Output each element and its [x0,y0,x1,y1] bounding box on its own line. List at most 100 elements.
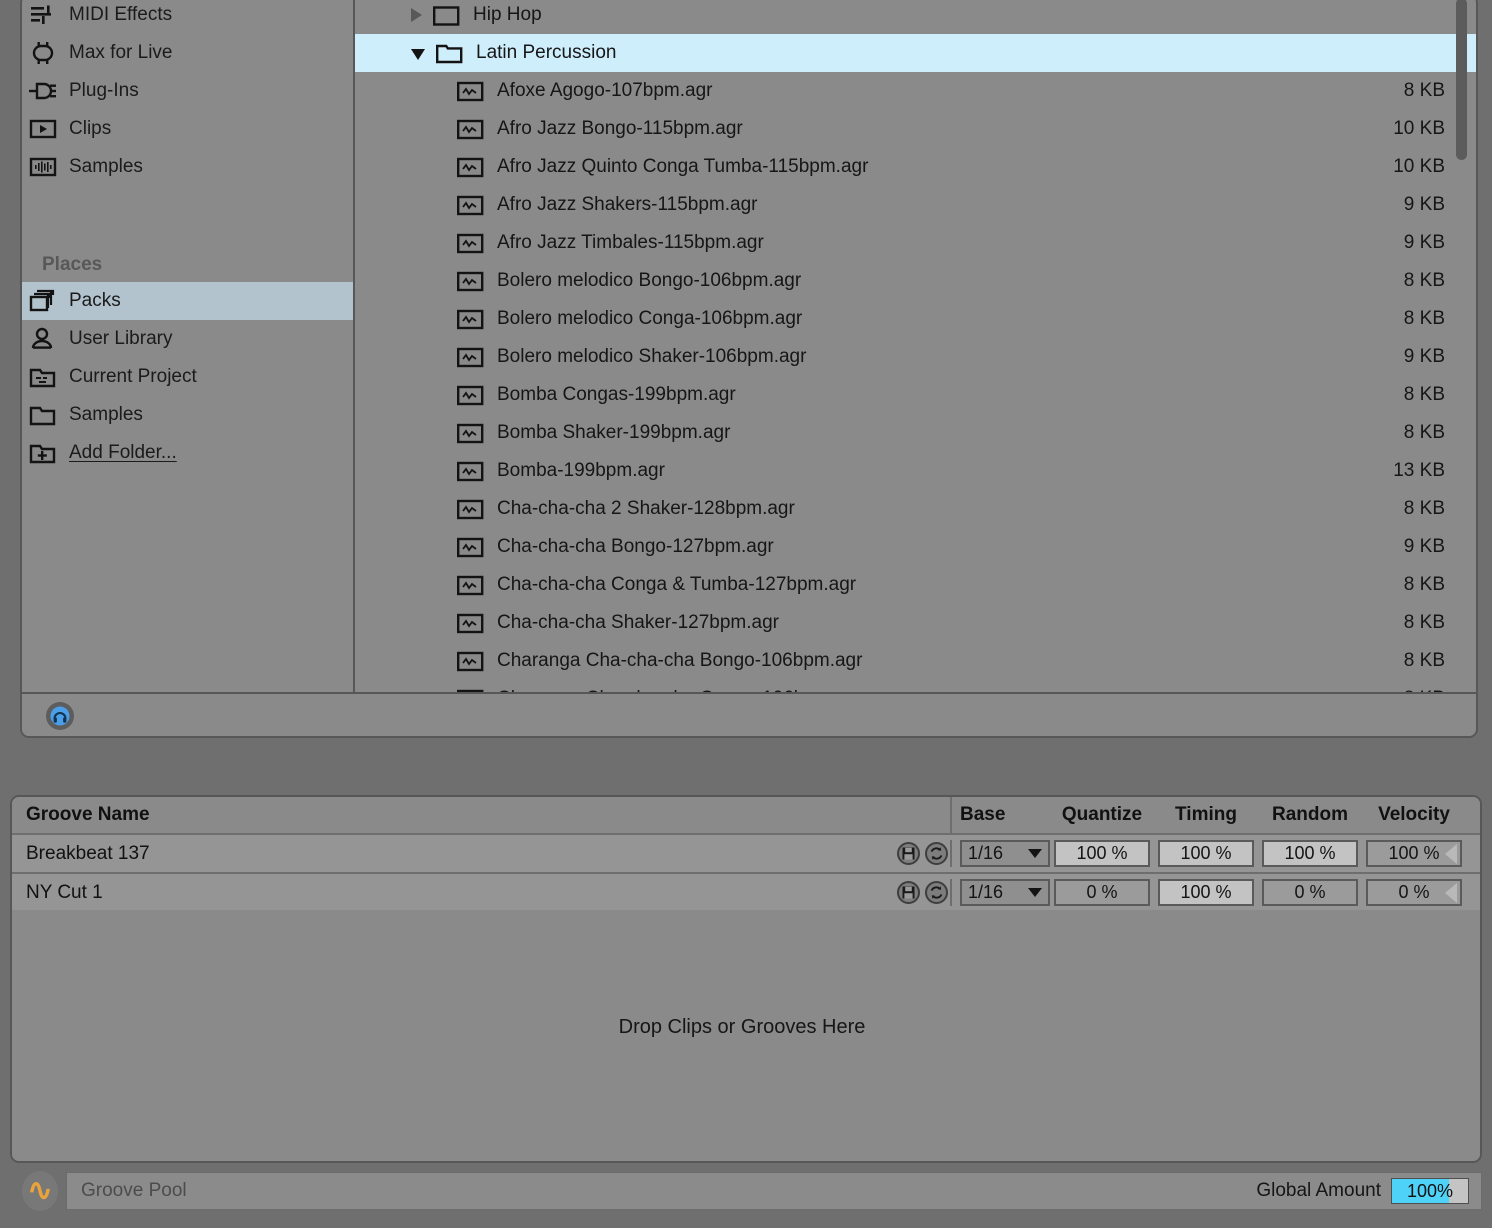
sidebar-item-samples[interactable]: Samples [22,148,353,186]
base-value: 1/16 [968,843,1028,864]
file-row[interactable]: Cha-cha-cha 2 Shaker-128bpm.agr 8 KB [355,490,1476,528]
groove-drop-zone[interactable]: Drop Clips or Grooves Here [12,910,1480,1161]
timing-field[interactable]: 100 % [1158,840,1254,867]
groove-wave-icon[interactable]: ∿ [22,1171,58,1211]
groove-row-buttons [894,842,950,865]
file-row[interactable]: Charanga Cha-cha-cha Bongo-106bpm.agr 8 … [355,642,1476,680]
base-cell: 1/16 [950,879,1050,906]
file-row[interactable]: Bomba-199bpm.agr 13 KB [355,452,1476,490]
chevron-down-icon[interactable] [411,49,425,60]
file-name: Cha-cha-cha Bongo-127bpm.agr [497,536,1476,558]
file-name: Bolero melodico Bongo-106bpm.agr [497,270,1476,292]
browser-sidebar: MIDI Effects Max for Liv [22,0,355,694]
file-row[interactable]: Afro Jazz Bongo-115bpm.agr 10 KB [355,110,1476,148]
file-row[interactable]: Afro Jazz Shakers-115bpm.agr 9 KB [355,186,1476,224]
file-name: Cha-cha-cha Shaker-127bpm.agr [497,612,1476,634]
groove-row[interactable]: NY Cut 1 [12,874,1480,913]
file-row[interactable]: Bolero melodico Bongo-106bpm.agr 8 KB [355,262,1476,300]
browser-file-list[interactable]: Hip Hop Latin Percussion [355,0,1476,694]
timing-field[interactable]: 100 % [1158,879,1254,906]
groove-file-icon [457,537,484,558]
quantize-field[interactable]: 0 % [1054,879,1150,906]
max-for-live-icon [28,41,58,65]
global-amount-field[interactable]: 100% [1391,1178,1469,1204]
file-size: 9 KB [1404,224,1445,262]
save-icon[interactable] [897,842,920,865]
velocity-field[interactable]: 0 % [1366,879,1462,906]
file-row[interactable]: Bomba Congas-199bpm.agr 8 KB [355,376,1476,414]
file-row[interactable]: Bolero melodico Shaker-106bpm.agr 9 KB [355,338,1476,376]
chevron-right-icon[interactable] [411,8,422,22]
groove-file-icon [457,119,484,140]
velocity-field[interactable]: 100 % [1366,840,1462,867]
headphones-icon[interactable] [46,702,74,730]
groove-file-icon [457,461,484,482]
file-size: 9 KB [1404,528,1445,566]
column-header-timing: Timing [1154,797,1258,833]
groove-file-icon [457,195,484,216]
groove-file-icon [457,423,484,444]
sidebar-item-max-for-live[interactable]: Max for Live [22,34,353,72]
plugin-icon [28,79,58,103]
base-select[interactable]: 1/16 [960,879,1050,906]
file-row[interactable]: Bomba Shaker-199bpm.agr 8 KB [355,414,1476,452]
sidebar-item-current-project[interactable]: Current Project [22,358,353,396]
base-cell: 1/16 [950,840,1050,867]
random-field[interactable]: 0 % [1262,879,1358,906]
sample-waveform-icon [28,155,58,179]
save-icon[interactable] [897,881,920,904]
base-select[interactable]: 1/16 [960,840,1050,867]
file-row[interactable]: Cha-cha-cha Shaker-127bpm.agr 8 KB [355,604,1476,642]
groove-row[interactable]: Breakbeat 137 [12,835,1480,874]
sidebar-item-samples-place[interactable]: Samples [22,396,353,434]
file-name: Afro Jazz Shakers-115bpm.agr [497,194,1476,216]
file-name: Bolero melodico Shaker-106bpm.agr [497,346,1476,368]
commit-icon[interactable] [925,842,948,865]
sidebar-item-label: Plug-Ins [69,80,139,102]
sidebar-item-add-folder[interactable]: Add Folder... [22,434,353,472]
file-row[interactable]: Afro Jazz Timbales-115bpm.agr 9 KB [355,224,1476,262]
velocity-value: 0 % [1398,882,1429,903]
sidebar-item-midi-effects[interactable]: MIDI Effects [22,0,353,34]
folder-icon [28,403,58,427]
groove-pool-toggle[interactable]: ∿ [10,1170,70,1212]
file-row[interactable]: Bolero melodico Conga-106bpm.agr 8 KB [355,300,1476,338]
groove-file-icon [457,81,484,102]
drop-hint-text: Drop Clips or Grooves Here [619,1016,866,1039]
groove-name[interactable]: Breakbeat 137 [12,843,894,865]
file-name: Afoxe Agogo-107bpm.agr [497,80,1476,102]
file-row[interactable]: Cha-cha-cha Conga & Tumba-127bpm.agr 8 K… [355,566,1476,604]
groove-row-buttons [894,881,950,904]
random-field[interactable]: 100 % [1262,840,1358,867]
file-row[interactable]: Cha-cha-cha Bongo-127bpm.agr 9 KB [355,528,1476,566]
column-header-velocity: Velocity [1362,797,1466,833]
file-row[interactable]: Afro Jazz Quinto Conga Tumba-115bpm.agr … [355,148,1476,186]
groove-name[interactable]: NY Cut 1 [12,882,894,904]
global-amount-group: Global Amount 100% [1256,1178,1481,1204]
column-header-base: Base [950,797,1050,833]
sidebar-item-packs[interactable]: Packs [22,282,353,320]
global-amount-value: 100% [1392,1179,1468,1203]
groove-file-icon [457,271,484,292]
quantize-field[interactable]: 100 % [1054,840,1150,867]
groove-file-icon [457,499,484,520]
file-row[interactable]: Afoxe Agogo-107bpm.agr 8 KB [355,72,1476,110]
groove-file-icon [457,613,484,634]
chevron-down-icon [1028,849,1042,858]
file-size: 8 KB [1404,566,1445,604]
sidebar-item-label: Samples [69,404,143,426]
scrollbar-thumb[interactable] [1456,0,1467,160]
sidebar-item-label: Samples [69,156,143,178]
sidebar-item-plug-ins[interactable]: Plug-Ins [22,72,353,110]
sidebar-item-clips[interactable]: Clips [22,110,353,148]
file-list-scrollbar[interactable] [1454,0,1468,694]
commit-icon[interactable] [925,881,948,904]
clip-icon [28,117,58,141]
tree-folder-row-selected[interactable]: Latin Percussion [355,34,1476,72]
base-value: 1/16 [968,882,1028,903]
tree-folder-row[interactable]: Hip Hop [355,0,1476,34]
folder-icon [433,5,460,26]
sidebar-item-user-library[interactable]: User Library [22,320,353,358]
file-name: Afro Jazz Bongo-115bpm.agr [497,118,1476,140]
browser-frame: MIDI Effects Max for Liv [20,0,1478,738]
